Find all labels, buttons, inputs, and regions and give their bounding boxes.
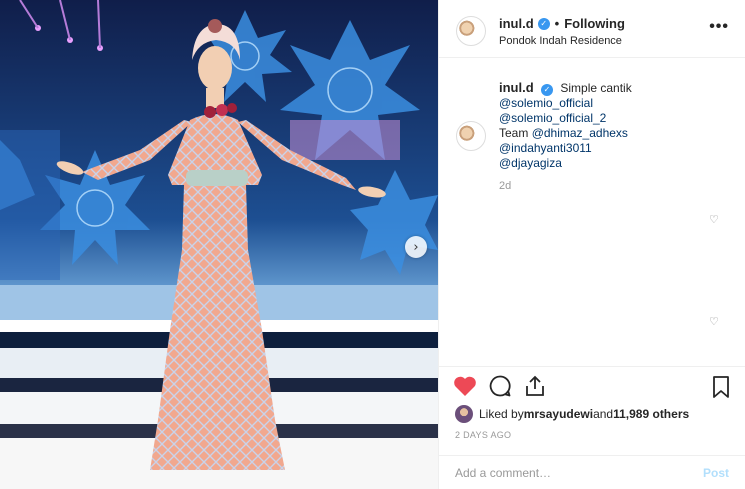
action-icons — [453, 374, 547, 398]
post-comment-button[interactable]: Post — [703, 466, 729, 480]
liker-username[interactable]: mrsayudewi — [524, 407, 593, 421]
header-row: inul.d ✓ • Following — [499, 16, 625, 31]
add-comment-bar: Post — [439, 455, 745, 489]
instagram-post: › inul.d ✓ • Following Pondok Indah Resi… — [0, 0, 745, 489]
post-header: inul.d ✓ • Following Pondok Indah Reside… — [439, 0, 745, 58]
post-photo[interactable]: › — [0, 0, 438, 489]
mention-link[interactable]: @indahyanti3011 — [499, 141, 632, 156]
likes-count[interactable]: 11,989 others — [613, 407, 689, 421]
team-label: Team — [499, 126, 532, 140]
verified-icon: ✓ — [537, 17, 550, 30]
mention-link[interactable]: @solemio_official — [499, 96, 632, 111]
liker-avatar — [455, 405, 473, 423]
separator-dot: • — [554, 16, 560, 31]
stage-illustration — [0, 0, 438, 489]
caption-line: inul.d ✓ Simple cantik — [499, 80, 632, 96]
comment-like-icon[interactable]: ♡ — [709, 214, 721, 226]
comment-input[interactable] — [455, 466, 675, 480]
more-icon[interactable]: ••• — [709, 18, 729, 36]
following-button[interactable]: Following — [564, 16, 625, 31]
username-link[interactable]: inul.d — [499, 16, 534, 31]
share-icon[interactable] — [523, 374, 547, 398]
caption-avatar[interactable] — [456, 121, 486, 151]
caption-text: Simple cantik — [560, 81, 632, 95]
mention-link[interactable]: @djayagiza — [499, 156, 632, 171]
comments-area[interactable]: inul.d ✓ Simple cantik @solemio_official… — [439, 59, 745, 369]
likes-summary[interactable]: Liked by mrsayudewi and 11,989 others — [455, 405, 689, 423]
caption-time: 2d — [499, 180, 512, 192]
post-details-panel: inul.d ✓ • Following Pondok Indah Reside… — [438, 0, 745, 489]
header-text: inul.d ✓ • Following Pondok Indah Reside… — [499, 16, 625, 47]
caption: inul.d ✓ Simple cantik @solemio_official… — [499, 80, 632, 171]
next-photo-button[interactable]: › — [405, 236, 427, 258]
actions-section: Liked by mrsayudewi and 11,989 others 2 … — [439, 366, 745, 489]
post-timestamp: 2 DAYS AGO — [455, 430, 512, 440]
location-link[interactable]: Pondok Indah Residence — [499, 35, 625, 47]
chevron-right-icon: › — [413, 239, 419, 255]
heart-icon[interactable] — [453, 375, 477, 397]
likes-middle: and — [593, 407, 614, 421]
verified-icon: ✓ — [541, 83, 554, 96]
caption-username[interactable]: inul.d — [499, 80, 534, 95]
bookmark-icon[interactable] — [711, 375, 731, 399]
comment-like-icon[interactable]: ♡ — [709, 316, 721, 328]
mention-link[interactable]: @dhimaz_adhexs — [532, 126, 628, 140]
avatar[interactable] — [456, 16, 486, 46]
likes-prefix: Liked by — [479, 407, 524, 421]
mention-link[interactable]: @solemio_official_2 — [499, 111, 632, 126]
caption-line: Team @dhimaz_adhexs — [499, 126, 632, 141]
comment-icon[interactable] — [488, 374, 512, 398]
